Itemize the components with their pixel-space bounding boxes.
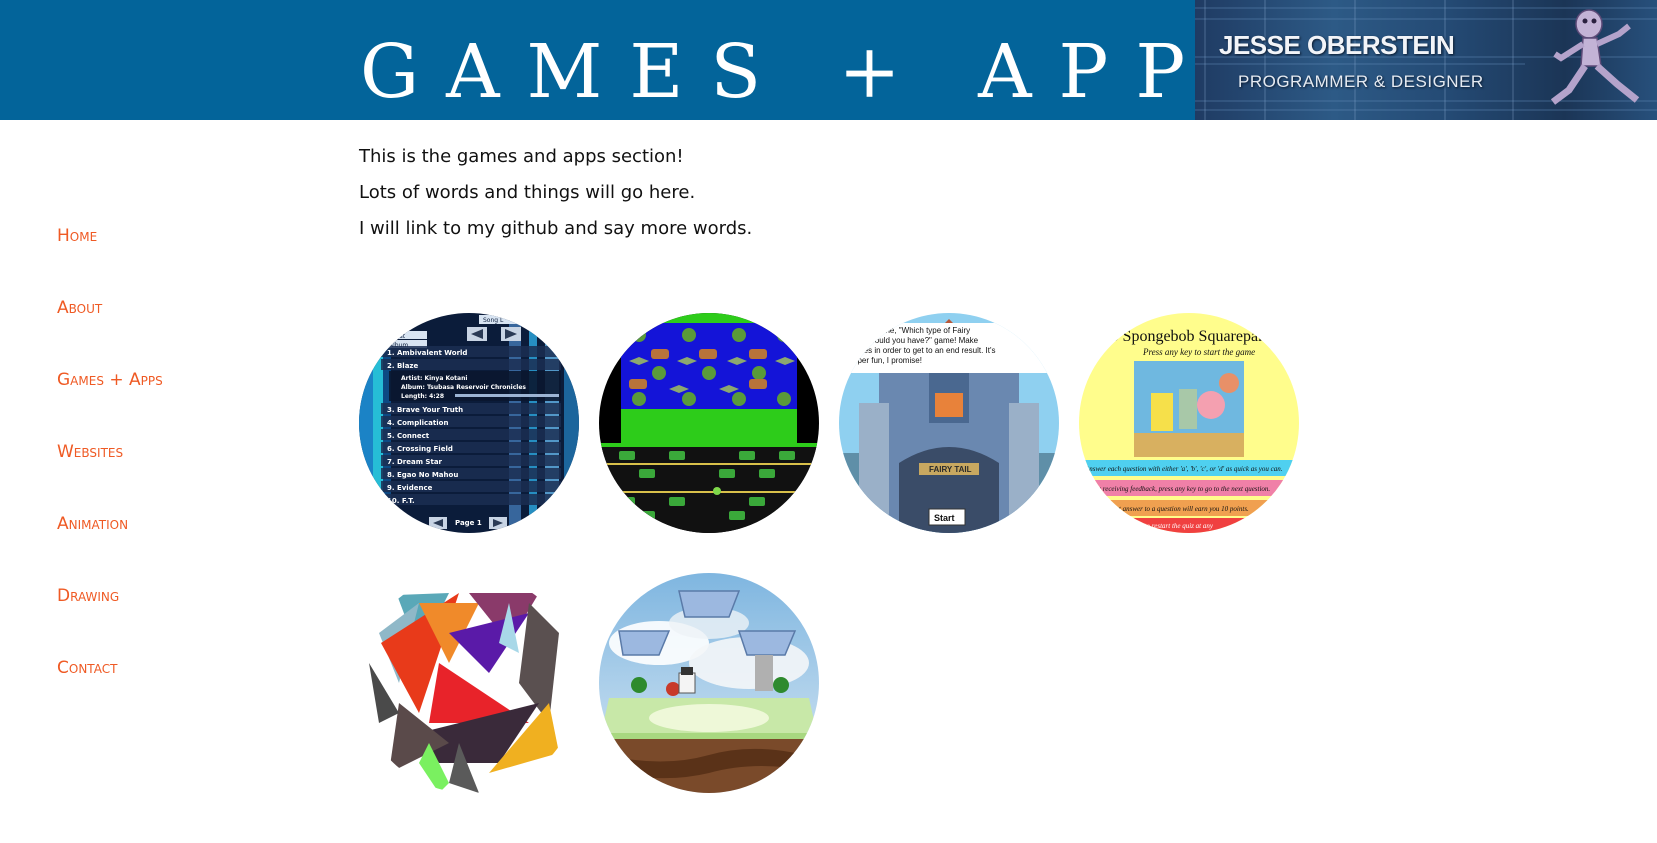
quiz-rule: After receiving feedback, press any key … bbox=[1086, 485, 1270, 493]
quiz-title: e to Spongebob Squarepants bbox=[1095, 328, 1277, 345]
floating-platform bbox=[737, 630, 797, 656]
nav-link-animation[interactable]: Animation bbox=[57, 512, 163, 584]
quiz-intro-line: me to the, "Which type of Fairy bbox=[861, 326, 970, 335]
nav-link-websites[interactable]: Websites bbox=[57, 440, 163, 512]
intro-line: Lots of words and things will go here. bbox=[359, 182, 696, 203]
quiz-intro-line: ic would you have?" game! Make bbox=[861, 336, 979, 345]
nav-link-contact[interactable]: Contact bbox=[57, 656, 163, 728]
project-thumb-fairy-quiz[interactable]: FAIRY TAIL me to the, "Which type of Fai… bbox=[839, 313, 1059, 533]
project-thumb-shapes[interactable] bbox=[359, 573, 579, 793]
page-label: Page 1 bbox=[455, 519, 482, 527]
song-label: Song L bbox=[483, 317, 504, 324]
floating-platform bbox=[678, 590, 741, 618]
nav-link-drawing[interactable]: Drawing bbox=[57, 584, 163, 656]
quiz-rule: Press 'r' key to restart the quiz at any bbox=[1108, 522, 1214, 530]
guild-emblem-icon bbox=[935, 393, 963, 417]
banner-name: JESSE OBERSTEIN bbox=[1219, 30, 1455, 60]
start-button: Start bbox=[934, 513, 955, 523]
castle-sign: FAIRY TAIL bbox=[929, 465, 972, 474]
quiz-rule: A correct answer to a question will earn… bbox=[1094, 505, 1249, 513]
nav-link-games-apps[interactable]: Games + Apps bbox=[57, 368, 163, 440]
intro-line: This is the games and apps section! bbox=[359, 146, 684, 167]
intro-line: I will link to my github and say more wo… bbox=[359, 218, 753, 239]
track-item: 8. Egao No Mahou bbox=[387, 471, 458, 479]
robot-player-icon bbox=[678, 672, 696, 694]
project-thumb-music-player[interactable]: Artist Album Song L 1. Ambivalent World … bbox=[359, 313, 579, 533]
quiz-intro-line: super fun, I promise! bbox=[849, 356, 922, 365]
project-thumb-spongebob-quiz[interactable]: e to Spongebob Squarepants Press any key… bbox=[1079, 313, 1299, 533]
sidebar-nav: Home About Games + Apps Websites Animati… bbox=[57, 224, 163, 728]
track-item: 10. F.T. bbox=[387, 497, 415, 505]
frog-icon bbox=[713, 487, 721, 495]
track-item: 6. Crossing Field bbox=[387, 445, 453, 453]
project-thumb-frog-game[interactable] bbox=[599, 313, 819, 533]
quiz-intro-line: choices in order to get to an end result… bbox=[845, 346, 996, 355]
page-title: GAMES + APPS bbox=[360, 29, 1290, 115]
quiz-subtitle: Press any key to start the game bbox=[1142, 347, 1255, 357]
project-thumb-platformer[interactable] bbox=[599, 573, 819, 793]
track-item: 1. Ambivalent World bbox=[387, 349, 467, 357]
track-item: 9. Evidence bbox=[387, 484, 433, 492]
nav-link-about[interactable]: About bbox=[57, 296, 163, 368]
track-item: 5. Connect bbox=[387, 432, 430, 440]
track-item: 2. Blaze bbox=[387, 362, 418, 370]
robot-mascot-icon bbox=[1550, 9, 1640, 105]
quiz-rule: Answer each question with either 'a', 'b… bbox=[1084, 465, 1283, 473]
track-item: 3. Brave Your Truth bbox=[387, 406, 463, 414]
track-item: 4. Complication bbox=[387, 419, 448, 427]
track-album: Album: Tsubasa Reservoir Chronicles bbox=[401, 384, 526, 391]
track-length: Length: 4:28 bbox=[401, 393, 444, 400]
nav-link-home[interactable]: Home bbox=[57, 224, 163, 296]
banner-role: PROGRAMMER & DESIGNER bbox=[1238, 72, 1484, 91]
intro-text: This is the games and apps section! Lots… bbox=[359, 142, 752, 250]
site-header: GAMES + APPS JESSE OBERSTEIN PROGRAMMER … bbox=[0, 0, 1657, 120]
author-banner[interactable]: JESSE OBERSTEIN PROGRAMMER & DESIGNER bbox=[1195, 0, 1657, 120]
artist-button: Artist bbox=[389, 333, 406, 340]
track-item: 7. Dream Star bbox=[387, 458, 443, 466]
track-artist: Artist: Kinya Kotani bbox=[401, 375, 467, 382]
